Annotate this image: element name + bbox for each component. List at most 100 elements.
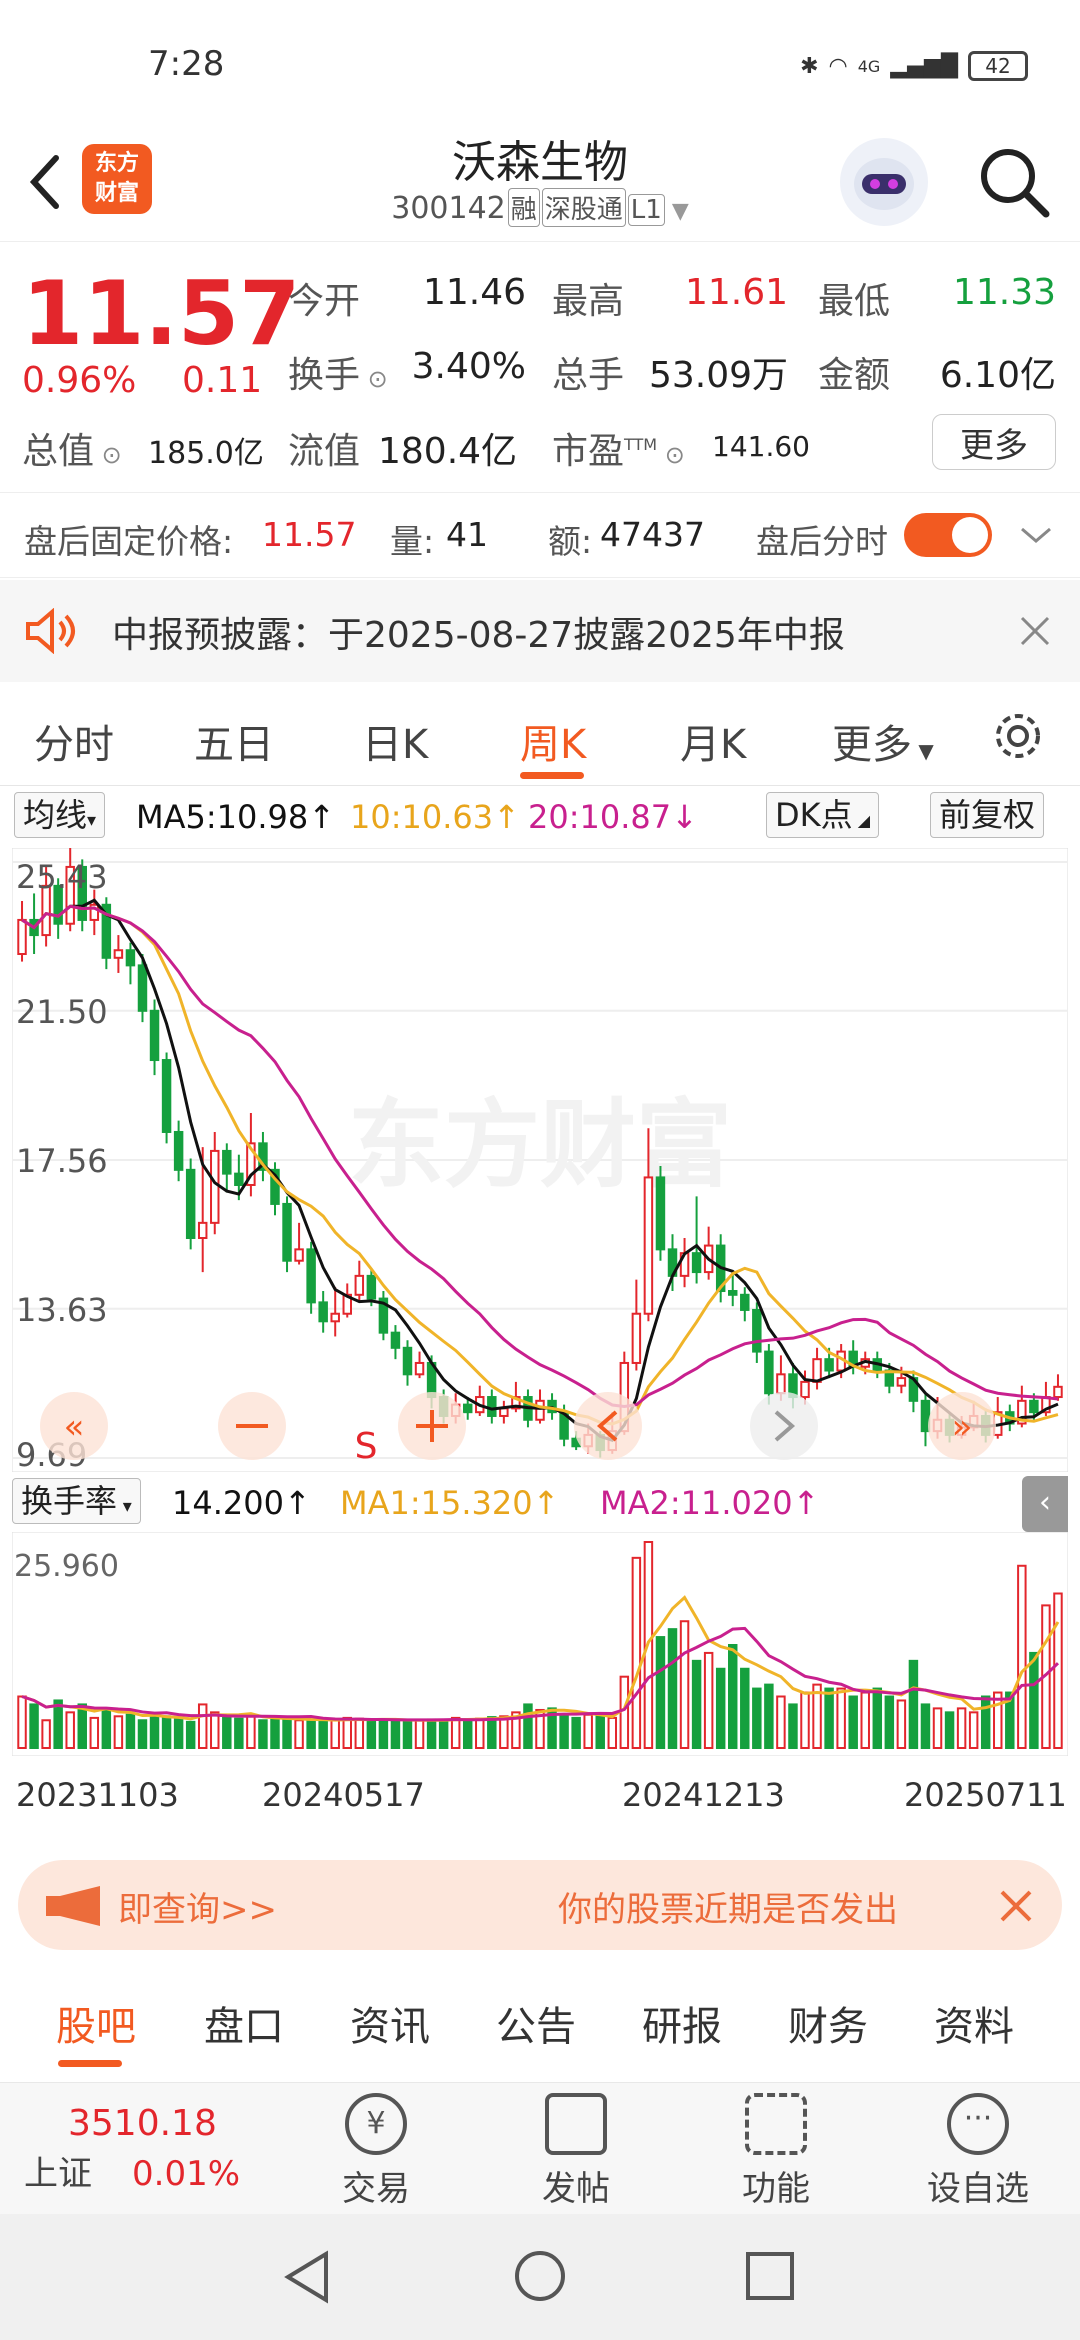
scroll-right-icon[interactable]	[750, 1392, 818, 1460]
trade-label: 交易	[342, 2169, 410, 2209]
trade-button[interactable]: ¥ 交易	[306, 2093, 446, 2210]
close-icon[interactable]	[998, 1888, 1034, 1924]
dropdown-icon: ▾	[117, 1496, 132, 1517]
turnover-bar	[149, 1715, 160, 1750]
after-hours-volume-label: 量:	[390, 522, 435, 561]
turnover-bar	[197, 1703, 208, 1750]
sub-indicator-selector[interactable]: 换手率 ▾	[12, 1478, 141, 1524]
post-button[interactable]: 发帖	[506, 2093, 646, 2210]
clock: 7:28	[148, 44, 225, 84]
collapse-left-icon[interactable]: ‹	[1022, 1476, 1068, 1532]
turnover-chart[interactable]: 25.960	[12, 1532, 1068, 1756]
tab-intraday[interactable]: 分时	[34, 712, 114, 770]
functions-button[interactable]: 功能	[706, 2093, 846, 2210]
ma10-value: 10:10.63↑	[350, 798, 520, 836]
bottom-action-bar: 3510.18 上证 0.01% ¥ 交易 发帖 功能 ··· 设自选	[0, 2082, 1080, 2214]
assistant-avatar-icon[interactable]	[840, 138, 928, 226]
dk-point-button[interactable]: DK点 ◢	[766, 792, 880, 838]
megaphone-icon	[46, 1886, 100, 1926]
turnover-bar	[113, 1715, 124, 1750]
candle-body	[197, 1221, 208, 1240]
tab-monthly-k[interactable]: 月K	[680, 712, 746, 770]
turnover-bar	[776, 1695, 786, 1749]
turnover-bar	[101, 1707, 112, 1749]
nav-recents-icon[interactable]	[744, 2250, 796, 2302]
signal-icon: ▂▄▆█	[890, 53, 958, 79]
tab-announcements[interactable]: 公告	[496, 1994, 576, 2052]
turnover-bar	[884, 1695, 895, 1749]
tab-order-book[interactable]: 盘口	[204, 1994, 284, 2052]
float-cap-value: 180.4亿	[378, 431, 518, 472]
settings-gear-icon[interactable]	[990, 708, 1046, 764]
turnover-bar	[294, 1719, 304, 1749]
promo-banner[interactable]: 即查询>> 你的股票近期是否发出	[18, 1860, 1062, 1950]
battery-level: 42	[985, 54, 1011, 78]
adjust-button[interactable]: 前复权	[930, 792, 1045, 838]
search-icon[interactable]	[974, 142, 1054, 222]
banner-text: 你的股票近期是否发出	[558, 1890, 898, 1930]
turnover-bar	[932, 1707, 943, 1749]
nav-back-icon[interactable]	[280, 2248, 334, 2306]
turnover-bar	[450, 1716, 461, 1749]
tab-research[interactable]: 研报	[642, 1994, 722, 2052]
candle-body	[306, 1248, 316, 1304]
add-watchlist-label: 设自选	[927, 2169, 1029, 2209]
turnover-bar	[631, 1556, 642, 1749]
indicator-selector[interactable]: 均线▾	[14, 792, 106, 838]
turnover-bar	[1017, 1564, 1027, 1750]
tab-news[interactable]: 资讯	[350, 1994, 430, 2052]
turnover-bar	[752, 1687, 762, 1749]
scroll-left-icon[interactable]	[574, 1392, 642, 1460]
tab-five-day[interactable]: 五日	[194, 712, 274, 770]
turnover-bar	[980, 1695, 991, 1749]
turnover-bar	[318, 1720, 328, 1749]
after-hours-toggle[interactable]	[904, 513, 992, 557]
info-icon[interactable]: ⊙	[360, 365, 388, 393]
info-icon[interactable]: ⊙	[94, 441, 122, 469]
nav-home-icon[interactable]	[512, 2248, 568, 2304]
banner-cta[interactable]: 即查询>>	[118, 1882, 277, 1931]
turnover-bar	[414, 1719, 425, 1749]
turnover-current: 14.200↑	[172, 1484, 311, 1522]
candle-body	[487, 1396, 497, 1417]
kline-chart[interactable]: 东方财富 25.4321.5017.5613.639.69 « S »	[12, 848, 1068, 1472]
plus-icon[interactable]	[398, 1392, 466, 1460]
candle-body	[896, 1377, 907, 1387]
after-hours-volume: 41	[446, 515, 488, 554]
notice-bar[interactable]: 中报预披露：于2025-08-27披露2025年中报	[0, 580, 1080, 682]
turnover-bar	[378, 1718, 389, 1750]
more-quote-button[interactable]: 更多	[932, 414, 1056, 470]
turnover-bar	[402, 1720, 413, 1749]
tab-weekly-k[interactable]: 周K	[520, 712, 586, 770]
high-value: 11.61	[684, 272, 788, 313]
wifi-icon: ◠	[828, 53, 848, 79]
index-ticker[interactable]: 3510.18 上证 0.01%	[24, 2103, 264, 2195]
info-icon[interactable]: ⊙	[657, 441, 685, 469]
tab-finance[interactable]: 财务	[788, 1994, 868, 2052]
add-watchlist-button[interactable]: ··· 设自选	[908, 2093, 1048, 2210]
dropdown-icon[interactable]: ▼	[665, 199, 689, 224]
price-tick-label: 13.63	[16, 1291, 108, 1329]
chevron-down-icon[interactable]	[1018, 521, 1054, 549]
tab-forum[interactable]: 股吧	[56, 1994, 136, 2052]
index-line: 上证 0.01%	[24, 2146, 264, 2195]
system-nav-bar	[0, 2214, 1080, 2340]
tab-profile[interactable]: 资料	[934, 1994, 1014, 2052]
turnover-bar	[41, 1719, 51, 1749]
turnover-bar	[944, 1711, 955, 1750]
turnover-bar	[715, 1667, 726, 1749]
after-hours-amount: 47437	[600, 515, 705, 554]
more-dots-icon: ···	[947, 2093, 1009, 2155]
battery-icon: 42	[968, 51, 1028, 81]
zoom-out-icon[interactable]: «	[40, 1392, 108, 1460]
turnover-bar	[1029, 1651, 1039, 1749]
minus-icon[interactable]	[218, 1392, 286, 1460]
tab-more[interactable]: 更多 ▼	[832, 712, 934, 770]
reset-icon[interactable]: »	[928, 1392, 996, 1460]
pe-value: 141.60	[712, 430, 810, 463]
edit-icon	[545, 2093, 607, 2155]
tab-daily-k[interactable]: 日K	[362, 712, 428, 770]
close-icon[interactable]	[1018, 614, 1052, 648]
stock-header: 东方 财富 沃森生物 300142 融深股通 L1 ▼	[0, 120, 1080, 242]
tag-margin: 融	[507, 188, 540, 227]
